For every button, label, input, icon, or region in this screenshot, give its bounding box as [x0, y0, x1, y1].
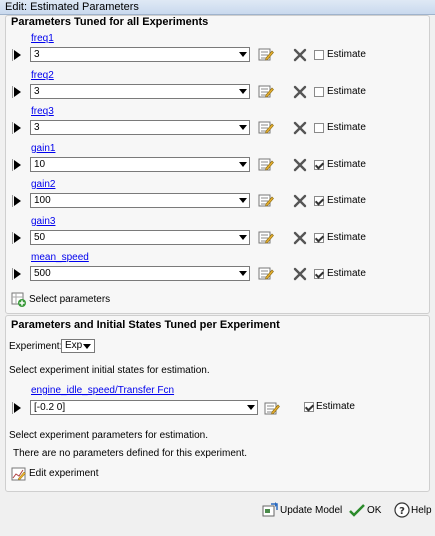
parameter-value-combo[interactable]: 3 — [30, 84, 250, 99]
expand-parameter-icon[interactable] — [10, 85, 22, 99]
expand-parameter-icon[interactable] — [10, 231, 22, 245]
parameter-name-link[interactable]: freq1 — [31, 33, 54, 44]
edit-parameter-icon[interactable] — [258, 229, 274, 245]
parameter-value-combo[interactable]: 10 — [30, 157, 250, 172]
edit-parameter-icon[interactable] — [258, 265, 274, 281]
expand-parameter-icon[interactable] — [10, 158, 22, 172]
chevron-down-icon — [83, 344, 91, 349]
chevron-down-icon — [239, 52, 247, 57]
estimate-checkbox[interactable] — [314, 87, 324, 97]
remove-parameter-icon[interactable] — [293, 194, 307, 208]
edit-parameter-icon[interactable] — [258, 46, 274, 62]
remove-parameter-icon[interactable] — [293, 48, 307, 62]
parameter-name-link[interactable]: gain2 — [31, 179, 55, 190]
parameter-value-combo[interactable]: 500 — [30, 266, 250, 281]
select-parameters-button[interactable]: Select parameters — [29, 294, 110, 305]
parameter-value: 50 — [34, 232, 46, 243]
expand-state-icon[interactable] — [10, 401, 22, 415]
remove-parameter-icon[interactable] — [293, 85, 307, 99]
remove-parameter-icon[interactable] — [293, 158, 307, 172]
chevron-down-icon — [239, 89, 247, 94]
experiment-label: Experiment: — [9, 341, 63, 352]
global-panel-title: Parameters Tuned for all Experiments — [11, 16, 209, 28]
chevron-down-icon — [247, 405, 255, 410]
estimate-checkbox[interactable] — [314, 233, 324, 243]
estimate-checkbox[interactable] — [314, 123, 324, 133]
state-value-combo[interactable]: [-0.2 0] — [30, 400, 258, 415]
estimate-label: Estimate — [327, 49, 366, 60]
parameter-name-link[interactable]: gain3 — [31, 216, 55, 227]
estimate-label: Estimate — [327, 232, 366, 243]
chevron-down-icon — [239, 271, 247, 276]
edit-state-icon[interactable] — [264, 400, 280, 416]
parameter-value-combo[interactable]: 3 — [30, 120, 250, 135]
edit-experiment-button[interactable]: Edit experiment — [29, 468, 98, 479]
update-model-button[interactable]: Update Model — [280, 505, 342, 516]
state-name-link[interactable]: engine_idle_speed/Transfer Fcn — [31, 385, 174, 396]
parameter-value: 3 — [34, 122, 40, 133]
expand-parameter-icon[interactable] — [10, 48, 22, 62]
select-parameters-icon[interactable] — [11, 292, 27, 308]
parameter-value-combo[interactable]: 100 — [30, 193, 250, 208]
update-model-icon[interactable] — [262, 502, 278, 518]
experiment-select-value: Exp — [65, 340, 83, 351]
expand-parameter-icon[interactable] — [10, 267, 22, 281]
chevron-down-icon — [239, 162, 247, 167]
remove-parameter-icon[interactable] — [293, 231, 307, 245]
estimate-label: Estimate — [327, 195, 366, 206]
experiment-panel-title: Parameters and Initial States Tuned per … — [11, 319, 280, 331]
edit-parameter-icon[interactable] — [258, 156, 274, 172]
svg-text:?: ? — [399, 506, 405, 517]
chevron-down-icon — [239, 235, 247, 240]
expand-parameter-icon[interactable] — [10, 194, 22, 208]
parameter-value-combo[interactable]: 3 — [30, 47, 250, 62]
state-estimate-checkbox[interactable] — [304, 402, 314, 412]
edit-experiment-icon[interactable] — [11, 466, 27, 482]
estimate-label: Estimate — [327, 122, 366, 133]
window-title: Edit: Estimated Parameters — [5, 1, 139, 13]
chevron-down-icon — [239, 125, 247, 130]
parameter-value: 10 — [34, 159, 46, 170]
chevron-down-icon — [239, 198, 247, 203]
help-button[interactable]: Help — [411, 505, 432, 516]
state-estimate-label: Estimate — [316, 401, 355, 412]
estimate-checkbox[interactable] — [314, 160, 324, 170]
estimate-label: Estimate — [327, 159, 366, 170]
edit-parameter-icon[interactable] — [258, 192, 274, 208]
parameter-value: 100 — [34, 195, 51, 206]
help-icon[interactable]: ? — [394, 502, 410, 518]
ok-check-icon[interactable] — [349, 502, 365, 518]
no-params-message: There are no parameters defined for this… — [13, 448, 248, 459]
expand-parameter-icon[interactable] — [10, 121, 22, 135]
experiment-select[interactable]: Exp — [61, 339, 95, 353]
parameter-name-link[interactable]: gain1 — [31, 143, 55, 154]
remove-parameter-icon[interactable] — [293, 267, 307, 281]
parameter-value-combo[interactable]: 50 — [30, 230, 250, 245]
parameter-value: 3 — [34, 86, 40, 97]
parameter-value: 500 — [34, 268, 51, 279]
initial-states-instruction: Select experiment initial states for est… — [9, 365, 210, 376]
edit-parameter-icon[interactable] — [258, 119, 274, 135]
window-titlebar: Edit: Estimated Parameters — [0, 0, 435, 15]
estimate-checkbox[interactable] — [314, 50, 324, 60]
parameter-value: 3 — [34, 49, 40, 60]
remove-parameter-icon[interactable] — [293, 121, 307, 135]
estimate-label: Estimate — [327, 268, 366, 279]
parameter-name-link[interactable]: freq3 — [31, 106, 54, 117]
estimate-checkbox[interactable] — [314, 196, 324, 206]
parameter-name-link[interactable]: mean_speed — [31, 252, 89, 263]
ok-button[interactable]: OK — [367, 505, 381, 516]
state-value: [-0.2 0] — [34, 402, 66, 413]
experiment-params-instruction: Select experiment parameters for estimat… — [9, 430, 208, 441]
parameter-name-link[interactable]: freq2 — [31, 70, 54, 81]
estimate-checkbox[interactable] — [314, 269, 324, 279]
edit-parameter-icon[interactable] — [258, 83, 274, 99]
estimate-label: Estimate — [327, 86, 366, 97]
